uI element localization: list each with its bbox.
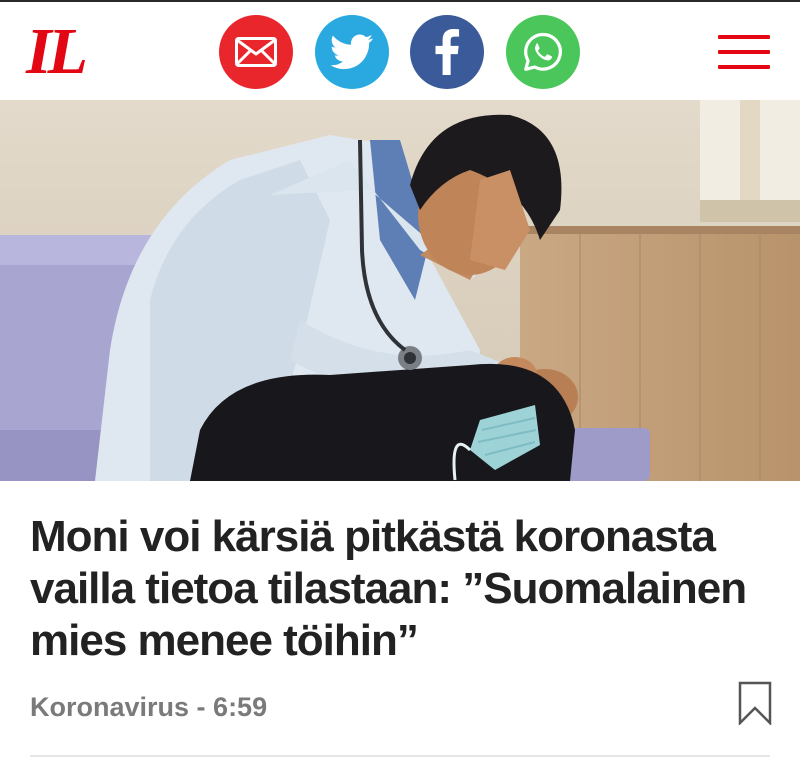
hero-photo-doctor	[0, 100, 800, 481]
share-email-button[interactable]	[219, 15, 293, 89]
article-meta: Koronavirus - 6:59	[30, 692, 267, 723]
article-headline[interactable]: Moni voi kärsiä pitkästä koronasta vaill…	[30, 511, 780, 667]
site-logo[interactable]: IL	[26, 18, 88, 86]
hero-image[interactable]	[0, 100, 800, 481]
article-category[interactable]: Koronavirus	[30, 692, 189, 722]
bookmark-icon	[738, 681, 772, 727]
article-time: 6:59	[213, 692, 268, 722]
facebook-f-icon	[435, 29, 460, 75]
meta-separator: -	[189, 692, 214, 722]
share-facebook-button[interactable]	[410, 15, 484, 89]
bookmark-button[interactable]	[738, 681, 772, 727]
whatsapp-icon	[524, 32, 562, 71]
envelope-icon	[235, 37, 277, 67]
divider	[30, 755, 770, 757]
hamburger-menu-icon[interactable]	[718, 35, 770, 69]
twitter-bird-icon	[330, 34, 373, 70]
top-navigation-bar: IL	[0, 0, 800, 100]
share-whatsapp-button[interactable]	[506, 15, 580, 89]
share-twitter-button[interactable]	[315, 15, 389, 89]
